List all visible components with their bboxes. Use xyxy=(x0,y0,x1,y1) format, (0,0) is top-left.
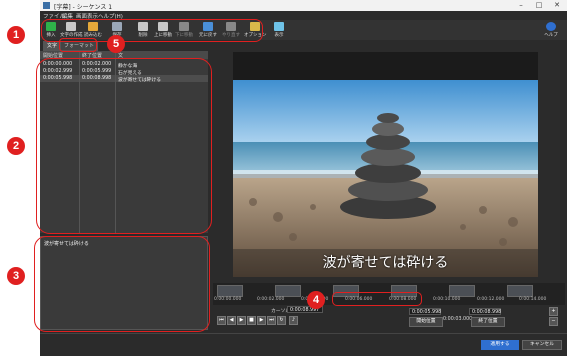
playback-controls: カーソル 0:00:08.997 ⏮ ◀ ▶ ■ ▶ ⏭ ↻ ♪ 0:00:05… xyxy=(213,305,565,333)
volume-icon[interactable]: ♪ xyxy=(289,316,298,325)
eye-icon xyxy=(274,22,284,31)
help-icon xyxy=(546,22,556,31)
stop-icon[interactable]: ■ xyxy=(247,316,256,325)
view-button[interactable]: 表示 xyxy=(268,21,290,39)
timeline-tick: 0:00:00.000 xyxy=(214,297,242,302)
skip-end-icon[interactable]: ⏭ xyxy=(267,316,276,325)
title-bar: [字幕] - シーケンス 1 – □ ✕ xyxy=(40,0,567,11)
duration-value: 0:00:03.000 xyxy=(443,317,473,322)
preview-image xyxy=(233,52,538,277)
step-forward-icon[interactable]: ▶ xyxy=(257,316,266,325)
help-label: ヘルプ xyxy=(544,33,558,38)
zoom-in-icon[interactable]: + xyxy=(549,307,558,316)
cancel-label: キャンセル xyxy=(530,342,554,347)
loop-icon[interactable]: ↻ xyxy=(277,316,286,325)
end-time-field[interactable]: 0:00:08.998 xyxy=(469,308,501,315)
set-start-label: 開始位置 xyxy=(416,319,436,324)
apply-button[interactable]: 適用する xyxy=(481,340,519,350)
timeline-tick: 0:00:10.000 xyxy=(433,297,461,302)
apply-label: 適用する xyxy=(490,342,510,347)
preview-subtitle: 波が寄せては砕ける xyxy=(322,255,449,271)
annotation-badge: 3 xyxy=(7,267,25,285)
annotation-badge: 5 xyxy=(107,35,125,53)
annotation-box-timeline xyxy=(332,292,422,306)
play-icon[interactable]: ▶ xyxy=(237,316,246,325)
annotation-badge: 4 xyxy=(307,291,325,309)
video-preview: 波が寄せては砕ける xyxy=(233,52,538,277)
help-button[interactable]: ヘルプ xyxy=(540,21,562,39)
maximize-button[interactable]: □ xyxy=(530,0,548,11)
zoom-out-icon[interactable]: − xyxy=(549,317,558,326)
close-button[interactable]: ✕ xyxy=(548,0,566,11)
start-time-field[interactable]: 0:00:05.998 xyxy=(409,308,441,315)
timeline-tick: 0:00:02.000 xyxy=(257,297,285,302)
skip-start-icon[interactable]: ⏮ xyxy=(217,316,226,325)
view-label: 表示 xyxy=(274,33,284,38)
cancel-button[interactable]: キャンセル xyxy=(522,340,562,350)
window-title: [字幕] - シーケンス 1 xyxy=(54,4,113,11)
annotation-badge: 1 xyxy=(7,26,25,44)
annotation-box-list xyxy=(36,58,212,234)
timeline-tick: 0:00:14.000 xyxy=(519,297,547,302)
annotation-box-tabs xyxy=(59,38,97,52)
annotation-badge: 2 xyxy=(7,137,25,155)
set-start-button[interactable]: 開始位置 xyxy=(409,317,443,327)
annotation-box-editor xyxy=(34,236,210,332)
minimize-button[interactable]: – xyxy=(512,0,530,11)
dialog-footer: 適用する キャンセル xyxy=(40,333,567,356)
step-back-icon[interactable]: ◀ xyxy=(227,316,236,325)
set-end-button[interactable]: 終了位置 xyxy=(471,317,505,327)
set-end-label: 終了位置 xyxy=(478,319,498,324)
app-icon xyxy=(43,2,50,9)
timeline-tick: 0:00:12.000 xyxy=(477,297,505,302)
